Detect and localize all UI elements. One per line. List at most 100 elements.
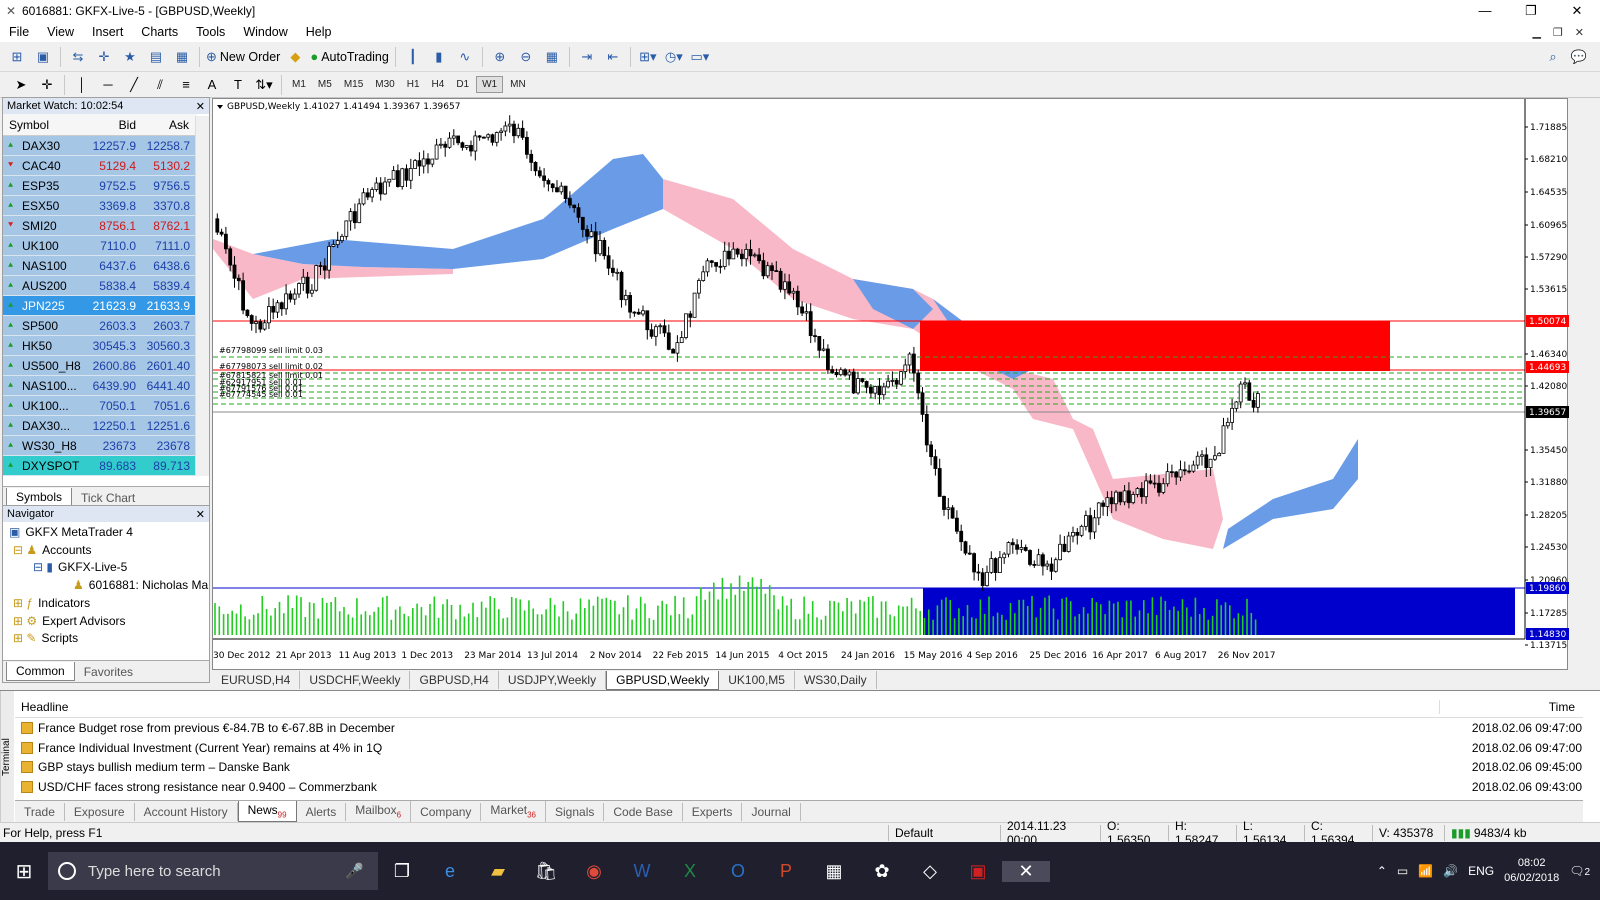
chart-tab[interactable]: GBPUSD,Weekly: [606, 670, 720, 690]
nav-root[interactable]: ▣ GKFX MetaTrader 4: [9, 525, 133, 539]
close-icon[interactable]: ✕: [196, 508, 205, 521]
maximize-button[interactable]: ❐: [1508, 3, 1554, 19]
mdi-restore-icon[interactable]: ❐: [1553, 26, 1563, 39]
fibonacci-tool[interactable]: ≡: [175, 74, 197, 96]
app-button[interactable]: ✿: [858, 861, 906, 882]
terminal-tab[interactable]: Alerts: [297, 802, 347, 821]
powerpoint-button[interactable]: P: [762, 861, 810, 882]
tf-h4[interactable]: H4: [427, 77, 450, 92]
nav-accounts[interactable]: ⊟ ♟ Accounts: [13, 543, 92, 557]
market-watch-row[interactable]: ⯆ CAC40 5129.4 5130.2: [3, 156, 197, 176]
excel-button[interactable]: X: [666, 861, 714, 882]
start-button[interactable]: ⊞: [0, 859, 48, 884]
chart-tab[interactable]: EURUSD,H4: [212, 671, 301, 689]
language-indicator[interactable]: ENG: [1468, 864, 1494, 878]
new-chart-button[interactable]: ⊞: [6, 46, 28, 68]
horizontal-line-tool[interactable]: ─: [97, 74, 119, 96]
minimize-button[interactable]: —: [1462, 3, 1508, 19]
market-watch-button[interactable]: ⇆: [67, 46, 89, 68]
news-row[interactable]: France Individual Investment (Current Ye…: [15, 738, 1583, 758]
menu-tools[interactable]: Tools: [187, 25, 234, 39]
market-watch-row[interactable]: ⯅ HK50 30545.3 30560.3: [3, 336, 197, 356]
autotrading-button[interactable]: ● AutoTrading: [310, 46, 389, 68]
market-watch-row[interactable]: ⯅ ESP35 9752.5 9756.5: [3, 176, 197, 196]
app3-button[interactable]: ▣: [954, 861, 1002, 882]
chart-shift-button[interactable]: ⇤: [602, 46, 624, 68]
menu-file[interactable]: File: [0, 25, 38, 39]
tile-windows-button[interactable]: ▦: [541, 46, 563, 68]
navigator-button[interactable]: ★: [119, 46, 141, 68]
close-icon[interactable]: ✕: [196, 100, 205, 113]
vertical-line-tool[interactable]: │: [71, 74, 93, 96]
terminal-tab[interactable]: Experts: [683, 802, 743, 821]
periods-button[interactable]: ◷▾: [663, 46, 685, 68]
market-watch-row[interactable]: ⯅ JPN225 21623.9 21633.9: [3, 296, 197, 316]
terminal-tab[interactable]: Exposure: [65, 802, 135, 821]
chart-tab[interactable]: UK100,M5: [719, 671, 795, 689]
search-button[interactable]: ⌕: [1542, 46, 1564, 68]
terminal-tab[interactable]: Account History: [135, 802, 238, 821]
chart-tab[interactable]: GBPUSD,H4: [410, 671, 499, 689]
templates-button[interactable]: ▭▾: [689, 46, 711, 68]
new-order-button[interactable]: ⊕ New Order: [206, 46, 280, 68]
chart-canvas[interactable]: 1.71885 1.68210 1.64535 1.60965 1.57290 1.536…: [213, 99, 1569, 671]
menu-window[interactable]: Window: [234, 25, 296, 39]
market-watch-row[interactable]: ⯅ WS30_H8 23673 23678: [3, 436, 197, 456]
chrome-button[interactable]: ◉: [570, 861, 618, 882]
indicators-button[interactable]: ⊞▾: [637, 46, 659, 68]
market-watch-row[interactable]: ⯅ ESX50 3369.8 3370.8: [3, 196, 197, 216]
news-row[interactable]: France Budget rose from previous €-84.7B…: [15, 718, 1583, 738]
trendline-tool[interactable]: ╱: [123, 74, 145, 96]
terminal-tab[interactable]: Signals: [546, 802, 605, 821]
metaeditor-button[interactable]: ◆: [284, 46, 306, 68]
menu-view[interactable]: View: [38, 25, 83, 39]
channel-tool[interactable]: ⫽: [149, 74, 171, 96]
nav-scripts[interactable]: ⊞ ✎ Scripts: [13, 631, 78, 645]
notification-icon[interactable]: 🗨2: [1569, 864, 1590, 878]
edge-button[interactable]: e: [426, 861, 474, 882]
tf-m15[interactable]: M15: [339, 77, 368, 92]
market-watch-row[interactable]: ⯅ UK100 7110.0 7111.0: [3, 236, 197, 256]
market-watch-scrollbar[interactable]: [195, 116, 209, 476]
tester-button[interactable]: ▦: [171, 46, 193, 68]
volume-icon[interactable]: 🔊: [1443, 864, 1458, 878]
data-window-button[interactable]: ✛: [93, 46, 115, 68]
zoom-in-button[interactable]: ⊕: [489, 46, 511, 68]
menu-help[interactable]: Help: [297, 25, 341, 39]
news-row[interactable]: GBP stays bullish medium term – Danske B…: [15, 757, 1583, 777]
autoscroll-button[interactable]: ⇥: [576, 46, 598, 68]
profiles-button[interactable]: ▣: [32, 46, 54, 68]
tab-tick-chart[interactable]: Tick Chart: [72, 489, 144, 507]
cursor-tool[interactable]: ➤: [10, 74, 32, 96]
terminal-tab[interactable]: Market36: [481, 801, 547, 822]
news-row[interactable]: USD/CHF faces strong resistance near 0.9…: [15, 777, 1583, 797]
tf-h1[interactable]: H1: [402, 77, 425, 92]
market-watch-row[interactable]: ⯅ NAS100 6437.6 6438.6: [3, 256, 197, 276]
explorer-button[interactable]: ▰: [474, 861, 522, 882]
text-tool[interactable]: A: [201, 74, 223, 96]
close-button[interactable]: ✕: [1554, 3, 1600, 19]
market-watch-row[interactable]: ⯅ DAX30... 12250.1 12251.6: [3, 416, 197, 436]
terminal-tab[interactable]: Mailbox6: [346, 801, 412, 822]
wifi-icon[interactable]: 📶: [1418, 864, 1433, 878]
word-button[interactable]: W: [618, 861, 666, 882]
terminal-tab[interactable]: Trade: [15, 802, 65, 821]
nav-server[interactable]: ⊟ ▮ GKFX-Live-5: [33, 560, 127, 574]
app2-button[interactable]: ◇: [906, 861, 954, 882]
tab-common[interactable]: Common: [6, 662, 75, 681]
chevron-up-icon[interactable]: ⌃: [1377, 864, 1387, 878]
terminal-button[interactable]: ▤: [145, 46, 167, 68]
market-watch-row[interactable]: ⯆ SMI20 8756.1 8762.1: [3, 216, 197, 236]
arrows-tool[interactable]: ⇅▾: [253, 74, 275, 96]
price-chart[interactable]: 1.71885 1.68210 1.64535 1.60965 1.57290 1.536…: [212, 98, 1569, 671]
label-tool[interactable]: T: [227, 74, 249, 96]
market-watch-row[interactable]: ⯅ US500_H8 2600.86 2601.40: [3, 356, 197, 376]
nav-indicators[interactable]: ⊞ ƒ Indicators: [13, 596, 90, 610]
tf-m1[interactable]: M1: [287, 77, 311, 92]
terminal-tab[interactable]: Code Base: [604, 802, 683, 821]
mdi-minimize-icon[interactable]: ▁: [1532, 26, 1540, 39]
market-watch-row[interactable]: ⯅ SP500 2603.3 2603.7: [3, 316, 197, 336]
tf-m5[interactable]: M5: [313, 77, 337, 92]
mdi-close-icon[interactable]: ✕: [1575, 26, 1584, 39]
market-watch-row[interactable]: ⯅ DAX30 12257.9 12258.7: [3, 136, 197, 156]
